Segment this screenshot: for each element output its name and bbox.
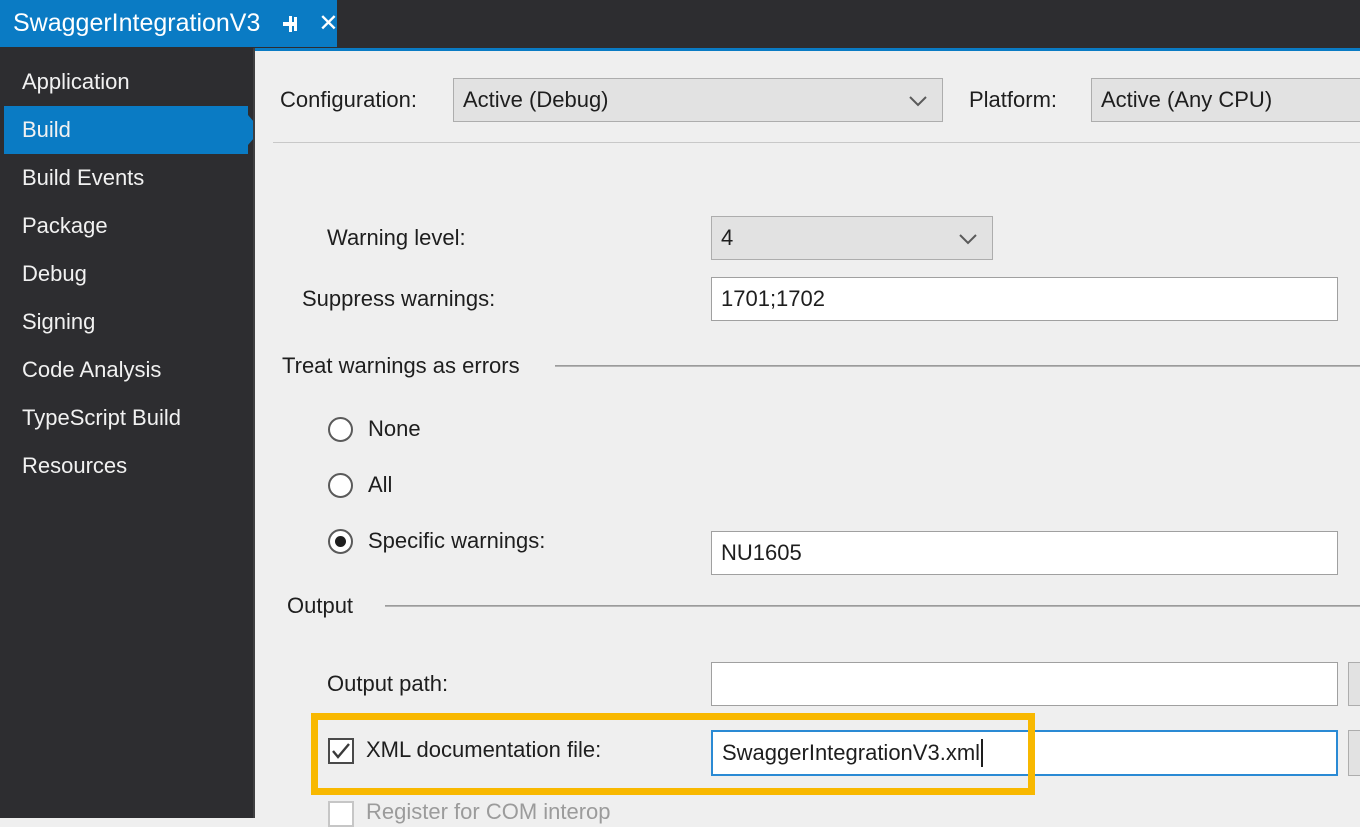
sidebar-item-build[interactable]: Build bbox=[4, 106, 261, 154]
project-properties-window: SwaggerIntegrationV3 ✕ Application Build… bbox=[0, 0, 1360, 827]
sidebar-item-label: Application bbox=[22, 69, 130, 94]
xml-documentation-file-label: XML documentation file: bbox=[366, 737, 602, 762]
sidebar-item-label: Build bbox=[22, 117, 71, 142]
radio-label-specific-warnings: Specific warnings: bbox=[368, 528, 546, 553]
suppress-warnings-input[interactable]: 1701;1702 bbox=[711, 277, 1338, 321]
radio-selected-dot bbox=[335, 536, 346, 547]
treat-warnings-group-label: Treat warnings as errors bbox=[282, 353, 520, 378]
warning-level-label: Warning level: bbox=[327, 225, 466, 250]
close-icon[interactable]: ✕ bbox=[318, 11, 338, 36]
sidebar-item-application[interactable]: Application bbox=[4, 58, 248, 106]
sidebar-item-resources[interactable]: Resources bbox=[4, 442, 248, 490]
warning-level-select[interactable]: 4 bbox=[711, 216, 993, 260]
radio-label-none: None bbox=[368, 416, 421, 441]
sidebar-item-debug[interactable]: Debug bbox=[4, 250, 248, 298]
build-settings-pane: Configuration: Active (Debug) Platform: … bbox=[255, 48, 1360, 827]
register-com-interop-label: Register for COM interop bbox=[366, 799, 611, 824]
specific-warnings-input[interactable]: NU1605 bbox=[711, 531, 1338, 575]
platform-label: Platform: bbox=[969, 87, 1058, 112]
radio-treat-warnings-all[interactable] bbox=[328, 473, 353, 498]
output-path-label: Output path: bbox=[327, 671, 449, 696]
sidebar-item-label: Package bbox=[22, 213, 108, 238]
sidebar-item-package[interactable]: Package bbox=[4, 202, 248, 250]
radio-label-all: All bbox=[368, 472, 393, 497]
sidebar-item-signing[interactable]: Signing bbox=[4, 298, 248, 346]
sidebar-item-typescript-build[interactable]: TypeScript Build bbox=[4, 394, 248, 442]
treat-warnings-group-rule bbox=[555, 365, 1360, 367]
tab-title: SwaggerIntegrationV3 bbox=[13, 9, 261, 37]
radio-treat-warnings-none[interactable] bbox=[328, 417, 353, 442]
sidebar-item-label: Build Events bbox=[22, 165, 145, 190]
xml-documentation-file-input[interactable]: SwaggerIntegrationV3.xml bbox=[711, 730, 1338, 776]
suppress-warnings-label: Suppress warnings: bbox=[302, 286, 496, 311]
specific-warnings-value: NU1605 bbox=[721, 540, 802, 565]
sidebar-item-label: Resources bbox=[22, 453, 128, 478]
document-tab-swaggerintegrationv3[interactable]: SwaggerIntegrationV3 ✕ bbox=[0, 0, 339, 47]
check-icon bbox=[332, 743, 350, 759]
suppress-warnings-value: 1701;1702 bbox=[721, 286, 825, 311]
chevron-down-icon bbox=[958, 225, 978, 251]
xml-documentation-file-checkbox[interactable] bbox=[328, 738, 354, 764]
radio-treat-warnings-specific[interactable] bbox=[328, 529, 353, 554]
output-group-rule bbox=[385, 605, 1360, 607]
sidebar-item-label: Debug bbox=[22, 261, 87, 286]
sidebar-item-build-events[interactable]: Build Events bbox=[4, 154, 248, 202]
pin-icon[interactable] bbox=[280, 12, 302, 36]
configuration-select[interactable]: Active (Debug) bbox=[453, 78, 943, 122]
output-path-browse-button[interactable] bbox=[1348, 662, 1360, 706]
platform-select[interactable]: Active (Any CPU) bbox=[1091, 78, 1360, 122]
warning-level-value: 4 bbox=[721, 225, 734, 250]
topbar-divider bbox=[273, 142, 1360, 143]
category-sidebar: Application Build Build Events Package D… bbox=[0, 48, 261, 818]
output-path-input[interactable] bbox=[711, 662, 1338, 706]
sidebar-item-code-analysis[interactable]: Code Analysis bbox=[4, 346, 248, 394]
sidebar-item-label: Signing bbox=[22, 309, 96, 334]
configuration-value: Active (Debug) bbox=[463, 87, 609, 112]
sidebar-item-label: Code Analysis bbox=[22, 357, 162, 382]
title-bar: SwaggerIntegrationV3 ✕ bbox=[0, 0, 1360, 48]
xml-documentation-file-browse-button[interactable] bbox=[1348, 730, 1360, 776]
xml-documentation-file-value: SwaggerIntegrationV3.xml bbox=[722, 740, 981, 765]
chevron-down-icon bbox=[908, 87, 928, 113]
output-group-label: Output bbox=[287, 593, 354, 618]
platform-value: Active (Any CPU) bbox=[1101, 87, 1273, 112]
register-com-interop-checkbox bbox=[328, 801, 354, 827]
sidebar-item-label: TypeScript Build bbox=[22, 405, 181, 430]
configuration-label: Configuration: bbox=[280, 87, 417, 112]
text-cursor bbox=[981, 739, 984, 767]
